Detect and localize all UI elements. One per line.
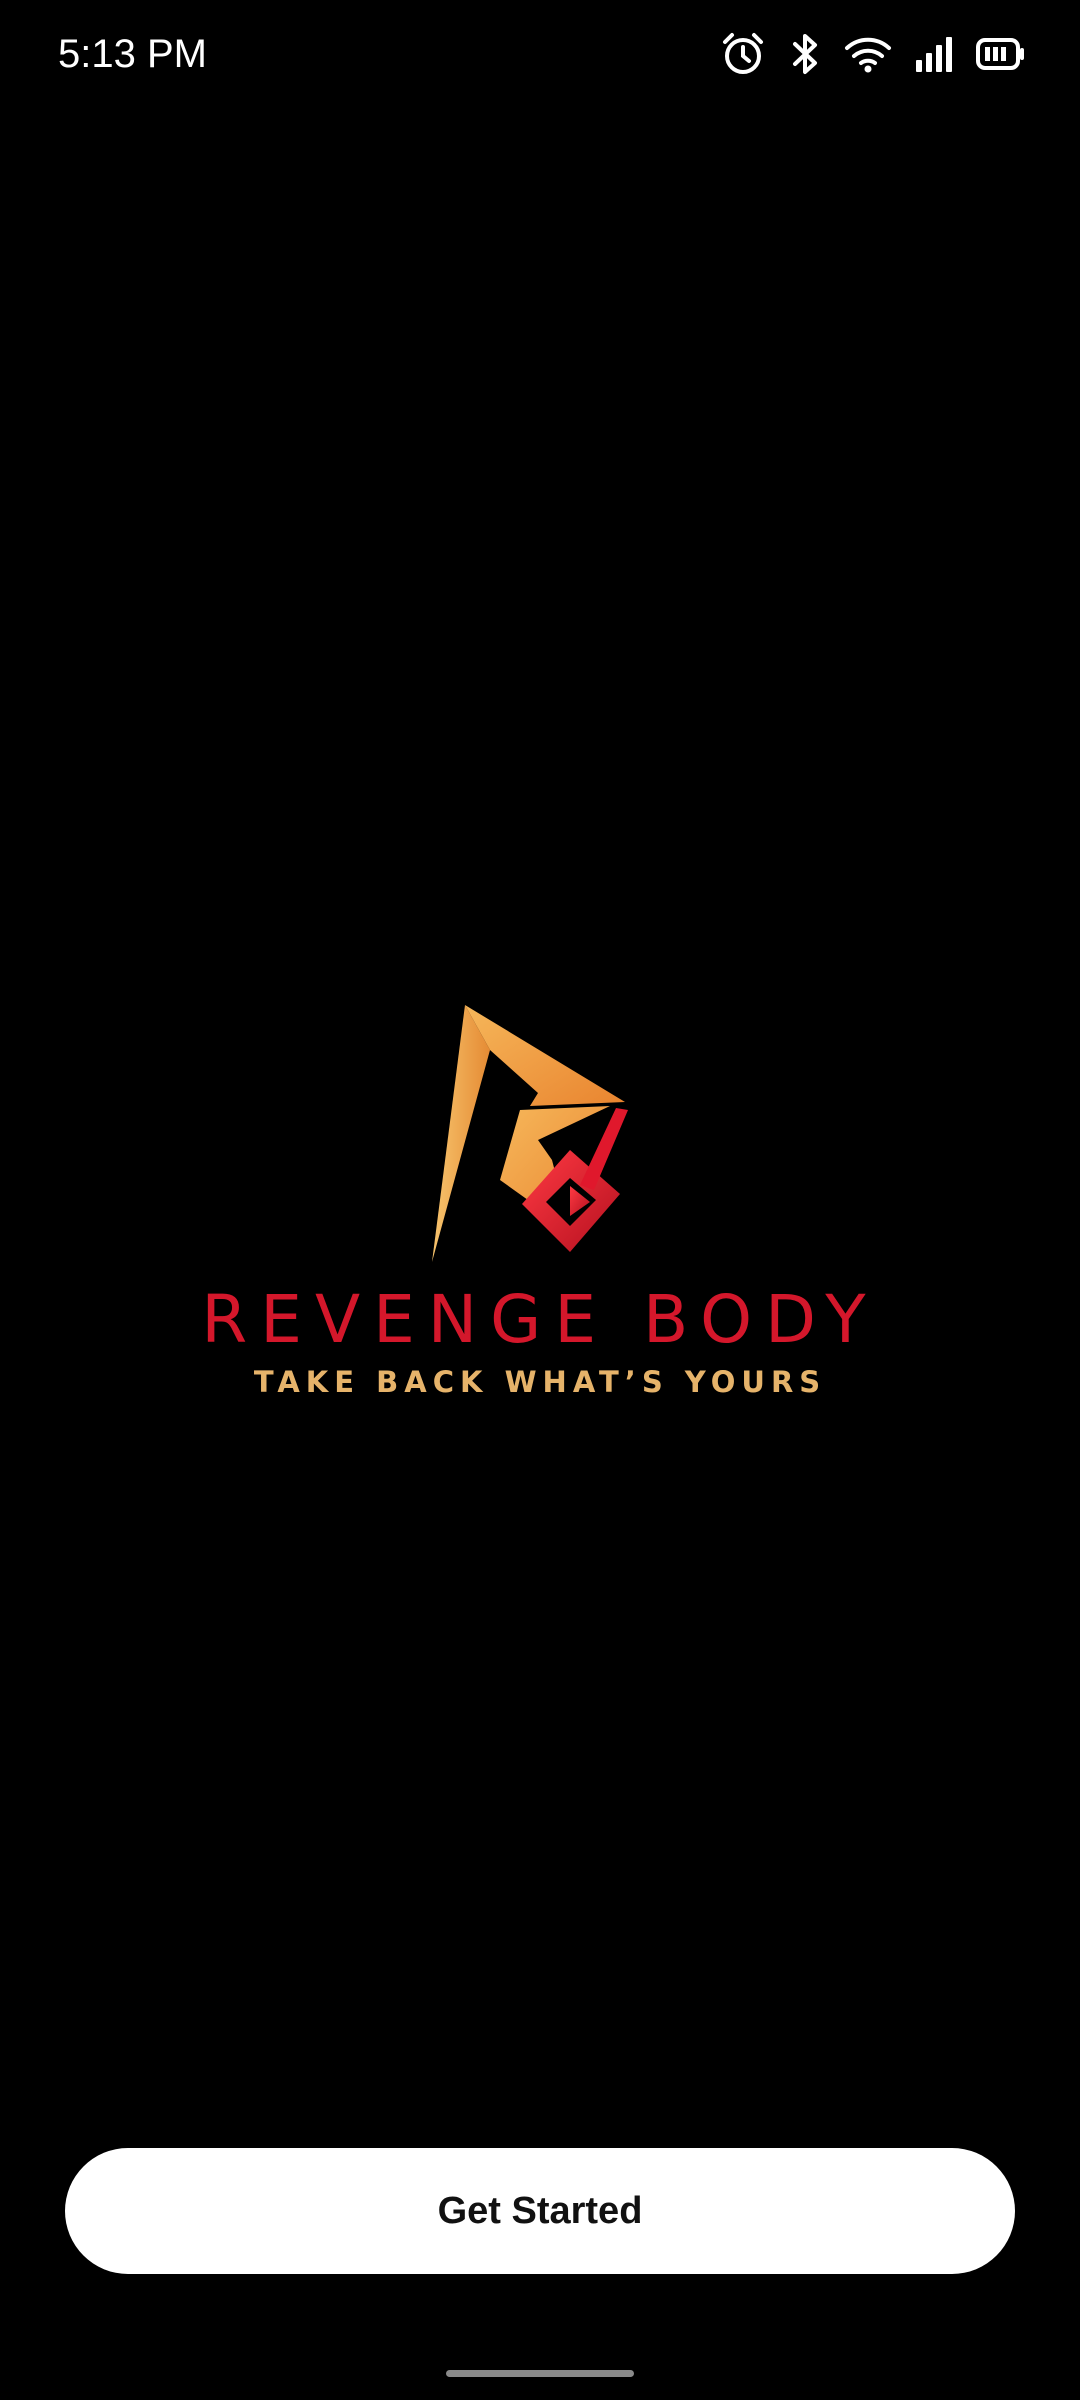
alarm-icon bbox=[720, 31, 766, 77]
status-time: 5:13 PM bbox=[58, 32, 207, 76]
battery-icon bbox=[976, 37, 1026, 71]
status-bar: 5:13 PM bbox=[0, 0, 1080, 110]
rb-monogram-icon bbox=[432, 1005, 628, 1262]
bluetooth-icon bbox=[788, 31, 822, 77]
signal-icon bbox=[914, 34, 954, 74]
brand-name: REVENGE BODY bbox=[201, 1281, 879, 1358]
status-icons bbox=[720, 28, 1026, 80]
wifi-icon bbox=[844, 34, 892, 74]
home-indicator[interactable] bbox=[446, 2370, 634, 2377]
get-started-button[interactable]: Get Started bbox=[65, 2148, 1015, 2274]
brand-tagline: TAKE BACK WHAT’S YOURS bbox=[253, 1365, 827, 1399]
brand-logo: REVENGE BODY TAKE BACK WHAT’S YOURS bbox=[0, 990, 1080, 1410]
